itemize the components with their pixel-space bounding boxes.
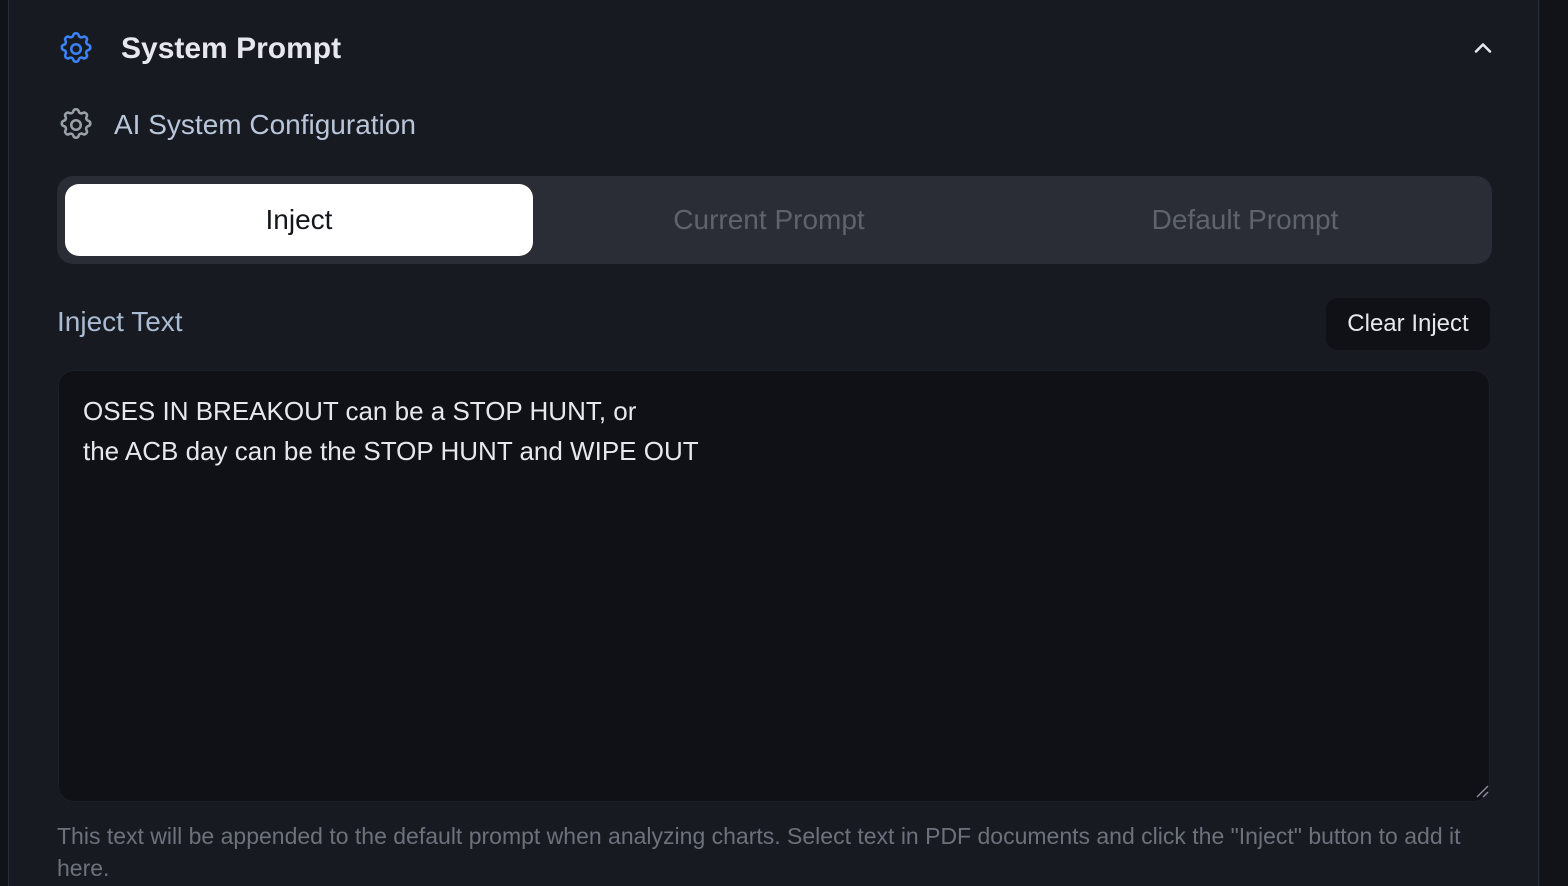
tab-inject[interactable]: Inject [65, 184, 533, 256]
config-subheader-label: AI System Configuration [114, 109, 416, 140]
outer-frame-right [1540, 0, 1568, 886]
system-prompt-header[interactable]: System Prompt [57, 24, 1497, 72]
config-subheader: AI System Configuration [57, 104, 657, 144]
clear-inject-button[interactable]: Clear Inject [1326, 298, 1490, 350]
gear-icon [57, 106, 95, 144]
gear-icon [57, 30, 95, 68]
prompt-tabs: Inject Current Prompt Default Prompt [57, 176, 1492, 264]
chevron-up-icon[interactable] [1469, 34, 1497, 62]
inject-help-text: This text will be appended to the defaul… [57, 823, 1461, 881]
inject-text-label: Inject Text [57, 306, 183, 337]
tab-current-prompt[interactable]: Current Prompt [535, 184, 1003, 256]
outer-frame-left [0, 0, 8, 886]
tab-default-prompt[interactable]: Default Prompt [1011, 184, 1479, 256]
resize-handle-icon[interactable] [1475, 784, 1489, 798]
system-prompt-panel: System Prompt AI System Configuration In… [8, 0, 1539, 886]
panel-title: System Prompt [121, 32, 342, 65]
inject-textarea[interactable] [58, 370, 1490, 802]
